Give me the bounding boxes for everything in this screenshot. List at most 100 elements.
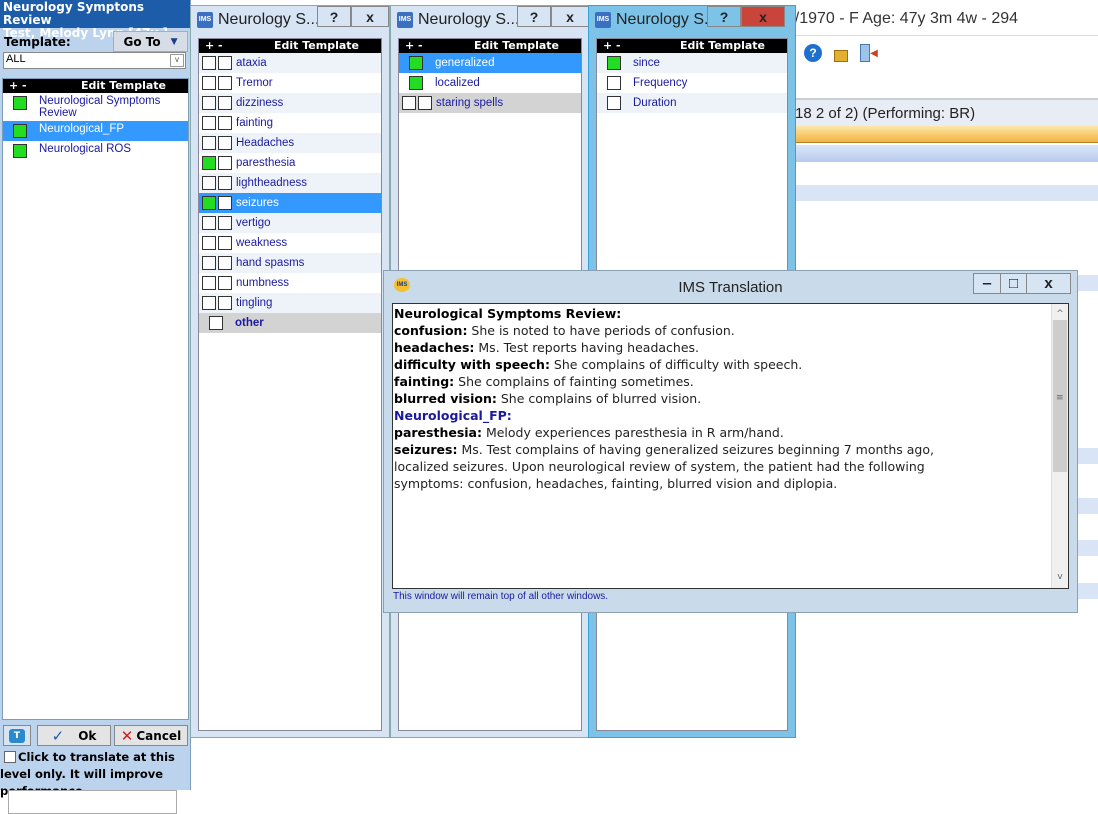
translation-label: Neurological Symptoms Review: [394, 306, 622, 321]
close-button[interactable]: x [1026, 273, 1071, 294]
template-item-row[interactable]: generalized [399, 53, 581, 73]
checkbox[interactable] [218, 216, 232, 230]
checkbox[interactable] [218, 156, 232, 170]
ok-button[interactable]: ✓ Ok [37, 725, 111, 746]
scroll-down-icon[interactable]: v [1052, 569, 1068, 586]
translation-text[interactable]: Neurological Symptoms Review: confusion: … [392, 303, 1069, 589]
minimize-button[interactable]: ‒ [973, 273, 1001, 294]
window-titlebar[interactable]: IMS Neurology S...? x [589, 6, 795, 33]
close-button[interactable]: x [741, 6, 785, 27]
cancel-label: Cancel [136, 728, 182, 743]
checkbox[interactable] [202, 276, 216, 290]
checkbox[interactable] [218, 276, 232, 290]
checkbox[interactable] [209, 316, 223, 330]
checkbox[interactable] [409, 56, 423, 70]
checkbox[interactable] [202, 236, 216, 250]
checkbox[interactable] [202, 136, 216, 150]
lock-icon[interactable] [831, 43, 851, 63]
scrollbar[interactable]: ^ ≡ v [1051, 304, 1068, 588]
template-item-row[interactable]: other [199, 313, 381, 333]
template-item-row[interactable]: tingling [199, 293, 381, 313]
edit-template-label[interactable]: Edit Template [474, 39, 559, 53]
expand-collapse[interactable]: + - [603, 39, 621, 53]
template-item-label: hand spasms [236, 257, 305, 269]
translate-button[interactable]: T [3, 725, 31, 746]
close-button[interactable]: x [351, 6, 389, 27]
checkbox[interactable] [218, 176, 232, 190]
template-item-row[interactable]: numbness [199, 273, 381, 293]
expand-collapse[interactable]: + - [205, 39, 223, 53]
checkbox[interactable] [607, 96, 621, 110]
checkbox[interactable] [218, 256, 232, 270]
template-list-item[interactable]: Neurological Symptoms Review [3, 93, 188, 121]
template-item-row[interactable]: vertigo [199, 213, 381, 233]
checkbox[interactable] [202, 296, 216, 310]
checkbox[interactable] [218, 116, 232, 130]
template-item-row[interactable]: localized [399, 73, 581, 93]
template-item-row[interactable]: hand spasms [199, 253, 381, 273]
template-item-row[interactable]: since [597, 53, 787, 73]
checkbox[interactable] [607, 76, 621, 90]
checkbox[interactable] [218, 196, 232, 210]
template-item-row[interactable]: Headaches [199, 133, 381, 153]
translation-text-segment: Ms. Test complains of having generalized… [457, 442, 934, 457]
cancel-button[interactable]: ✕ Cancel [114, 725, 188, 746]
translation-label: difficulty with speech: [394, 357, 550, 372]
template-item-row[interactable]: Frequency [597, 73, 787, 93]
template-item-row[interactable]: staring spells [399, 93, 581, 113]
template-item-row[interactable]: dizziness [199, 93, 381, 113]
close-button[interactable]: x [551, 6, 589, 27]
template-item-row[interactable]: Tremor [199, 73, 381, 93]
template-item-row[interactable]: fainting [199, 113, 381, 133]
checkbox[interactable] [607, 56, 621, 70]
chevron-down-icon[interactable]: v [170, 54, 184, 67]
translation-text-segment: localized seizures. Upon neurological re… [394, 459, 925, 474]
checkbox[interactable] [409, 76, 423, 90]
window-titlebar[interactable]: IMS Neurology S...? x [191, 6, 389, 33]
maximize-button[interactable]: □ [1000, 273, 1027, 294]
checkbox[interactable] [202, 96, 216, 110]
template-item-row[interactable]: paresthesia [199, 153, 381, 173]
checkbox[interactable] [202, 196, 216, 210]
checkbox[interactable] [202, 76, 216, 90]
help-button[interactable]: ? [517, 6, 551, 27]
checkbox[interactable] [202, 156, 216, 170]
expand-collapse[interactable]: + - [405, 39, 423, 53]
checkbox[interactable] [218, 76, 232, 90]
checkbox[interactable] [218, 136, 232, 150]
checkbox[interactable] [202, 176, 216, 190]
checkbox[interactable] [218, 56, 232, 70]
expand-collapse[interactable]: + - [9, 79, 27, 93]
checkbox[interactable] [202, 56, 216, 70]
translation-line: confusion: She is noted to have periods … [394, 322, 1046, 339]
dialog-titlebar[interactable]: IMS IMS Translation ‒ □ x [384, 271, 1077, 301]
template-item-row[interactable]: ataxia [199, 53, 381, 73]
template-item-row[interactable]: seizures [199, 193, 381, 213]
checkbox[interactable] [202, 116, 216, 130]
goto-button[interactable]: Go To ▼ [113, 31, 188, 52]
checkbox[interactable] [218, 96, 232, 110]
help-button[interactable]: ? [707, 6, 741, 27]
scrollbar-thumb[interactable]: ≡ [1053, 320, 1067, 472]
checkbox[interactable] [218, 236, 232, 250]
translation-dialog: IMS IMS Translation ‒ □ x Neurological S… [383, 270, 1078, 613]
edit-template-label[interactable]: Edit Template [680, 39, 765, 53]
checkbox[interactable] [202, 216, 216, 230]
edit-template-label[interactable]: Edit Template [274, 39, 359, 53]
template-select[interactable]: ALL v [3, 52, 186, 69]
checkbox[interactable] [202, 256, 216, 270]
exit-icon[interactable]: ◀ [859, 43, 879, 63]
checkbox[interactable] [402, 96, 416, 110]
edit-template-label[interactable]: Edit Template [81, 79, 166, 93]
window-titlebar[interactable]: IMS Neurology S...? x [391, 6, 589, 33]
list-header: + - Edit Template [597, 39, 787, 53]
template-item-row[interactable]: Duration [597, 93, 787, 113]
checkbox[interactable] [418, 96, 432, 110]
template-item-row[interactable]: lightheadness [199, 173, 381, 193]
template-list-item[interactable]: Neurological_FP [3, 121, 188, 141]
checkbox[interactable] [218, 296, 232, 310]
template-list-item[interactable]: Neurological ROS [3, 141, 188, 161]
help-button[interactable]: ? [317, 6, 351, 27]
help-icon[interactable]: ? [803, 43, 823, 63]
template-item-row[interactable]: weakness [199, 233, 381, 253]
